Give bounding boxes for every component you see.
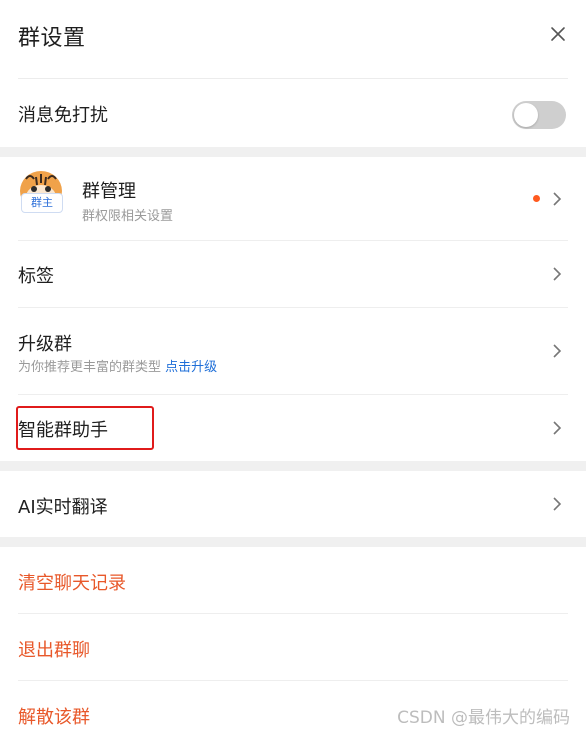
owner-badge: 群主 [21,193,63,213]
upgrade-group-row[interactable]: 升级群 为你推荐更丰富的群类型 点击升级 [18,308,568,395]
chevron-right-icon [553,192,562,206]
chevron-right-icon [553,421,562,435]
page-title: 群设置 [18,26,86,51]
section-divider [0,537,586,547]
watermark: CSDN @最伟大的编码 [397,708,570,728]
quit-group-button[interactable]: 退出群聊 [18,636,90,662]
section-divider [0,147,586,157]
clear-history-row[interactable]: 清空聊天记录 [18,547,568,614]
upgrade-desc: 为你推荐更丰富的群类型 [18,360,162,375]
dnd-toggle[interactable] [512,101,566,129]
clear-history-button[interactable]: 清空聊天记录 [18,569,126,595]
toggle-knob [514,103,538,127]
notice-dot [533,195,540,202]
group-manage-row[interactable]: 群主 群管理 群权限相关设置 [18,157,568,241]
upgrade-desc-line: 为你推荐更丰富的群类型 点击升级 [18,356,217,375]
assistant-label: 智能群助手 [18,420,108,441]
upgrade-link[interactable]: 点击升级 [165,360,217,375]
tags-row[interactable]: 标签 [18,241,568,308]
section-divider [0,461,586,471]
tags-label: 标签 [18,266,54,287]
upgrade-label: 升级群 [18,334,72,355]
quit-group-row[interactable]: 退出群聊 [18,614,568,681]
dnd-row: 消息免打扰 [18,79,568,147]
chevron-right-icon [553,344,562,358]
close-icon[interactable] [548,24,568,44]
group-manage-title: 群管理 [82,181,136,202]
panel-header: 群设置 [18,0,568,79]
dissolve-group-button[interactable]: 解散该群 [18,703,90,729]
chevron-right-icon [553,497,562,511]
group-settings-panel: 群设置 消息免打扰 群主 群管理 群权限相关设置 标签 升级群 为你推荐更丰富的… [0,0,586,738]
chevron-right-icon [553,267,562,281]
dnd-label: 消息免打扰 [18,105,108,126]
group-assistant-row[interactable]: 智能群助手 [16,395,568,461]
translate-label: AI实时翻译 [18,497,108,518]
ai-translate-row[interactable]: AI实时翻译 [18,471,568,537]
group-manage-subtitle: 群权限相关设置 [82,209,174,224]
